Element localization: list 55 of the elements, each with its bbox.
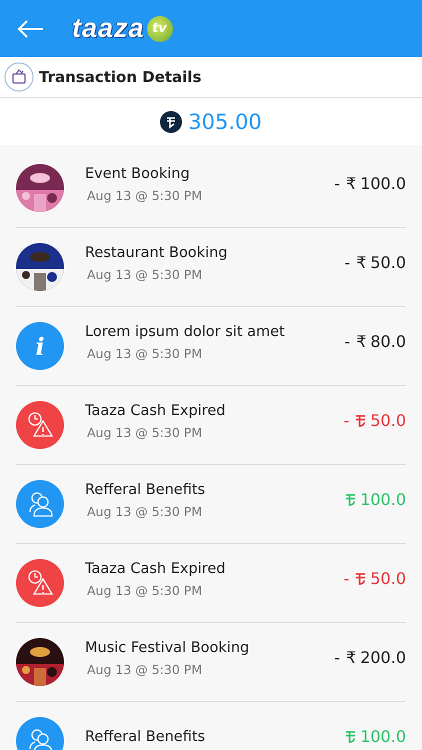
amount: 50.0: [370, 410, 406, 430]
amount: 50.0: [370, 568, 406, 588]
transaction-time: Aug 13 @ 5:30 PM: [86, 266, 204, 282]
info-icon: i: [16, 322, 64, 370]
transaction-title: Taaza Cash Expired: [85, 560, 226, 576]
currency-symbol: ₹: [346, 174, 356, 192]
transaction-row[interactable]: Music Festival Booking Aug 13 @ 5:30 PM - ₹ 200.0: [16, 623, 406, 702]
amount-sign: -: [334, 648, 340, 666]
logo-badge: tv: [146, 16, 173, 42]
amount-sign: -: [344, 252, 350, 272]
amount-sign: -: [344, 568, 350, 588]
balance-amount: 305.00: [188, 110, 262, 134]
coin-symbol-icon: [355, 412, 366, 428]
transaction-row[interactable]: Taaza Cash Expired Aug 13 @ 5:30 PM - 50.0: [16, 386, 406, 465]
amount: 100.0: [360, 726, 406, 746]
amount-sign: -: [344, 332, 350, 350]
transaction-time: Aug 13 @ 5:30 PM: [86, 582, 204, 598]
currency-symbol: ₹: [346, 648, 356, 666]
transaction-time: Aug 13 @ 5:30 PM: [86, 346, 204, 360]
coin-symbol-icon: [345, 492, 356, 506]
amount-sign: -: [344, 410, 350, 430]
back-button[interactable]: [16, 18, 46, 40]
section-title: Transaction Details: [39, 68, 202, 86]
coin-symbol-icon: [345, 728, 356, 744]
transaction-row[interactable]: Taaza Cash Expired Aug 13 @ 5:30 PM - 50.0: [16, 544, 406, 623]
transaction-row[interactable]: Event Booking Aug 13 @ 5:30 PM - ₹ 100.0: [16, 149, 406, 228]
transaction-row[interactable]: Refferal Benefits 100.0: [16, 702, 406, 750]
people-icon: [16, 480, 64, 528]
amount: 80.0: [370, 332, 406, 350]
transaction-title: Refferal Benefits: [85, 482, 206, 498]
transaction-title: Event Booking: [85, 166, 191, 182]
transaction-time: Aug 13 @ 5:30 PM: [86, 504, 204, 518]
transaction-row[interactable]: i Lorem ipsum dolor sit amet Aug 13 @ 5:30 PM - ₹ 80.0: [16, 307, 406, 386]
currency-symbol: ₹: [356, 252, 366, 272]
clock-warning-icon: [16, 559, 64, 607]
transaction-time: Aug 13 @ 5:30 PM: [86, 188, 204, 202]
transaction-time: Aug 13 @ 5:30 PM: [86, 662, 204, 676]
amount: 100.0: [360, 490, 406, 508]
transaction-title: Restaurant Booking: [85, 244, 229, 260]
transaction-title: Refferal Benefits: [85, 729, 206, 745]
coin-symbol-icon: [355, 570, 366, 586]
coin-icon: [160, 110, 182, 132]
amount: 200.0: [360, 648, 406, 666]
amount: 50.0: [370, 252, 406, 272]
clock-warning-icon: [16, 401, 64, 449]
logo-text: taaza: [72, 13, 145, 44]
transaction-row[interactable]: Restaurant Booking Aug 13 @ 5:30 PM - ₹ 50.0: [16, 228, 406, 307]
transaction-time: Aug 13 @ 5:30 PM: [86, 424, 204, 440]
transaction-title: Lorem ipsum dolor sit amet: [85, 324, 286, 340]
amount: 100.0: [360, 174, 406, 192]
transaction-title: Music Festival Booking: [85, 640, 250, 656]
transaction-title: Taaza Cash Expired: [85, 402, 226, 418]
currency-symbol: ₹: [356, 332, 366, 350]
transaction-row[interactable]: Refferal Benefits Aug 13 @ 5:30 PM 100.0: [16, 465, 406, 544]
amount-sign: -: [334, 174, 340, 192]
